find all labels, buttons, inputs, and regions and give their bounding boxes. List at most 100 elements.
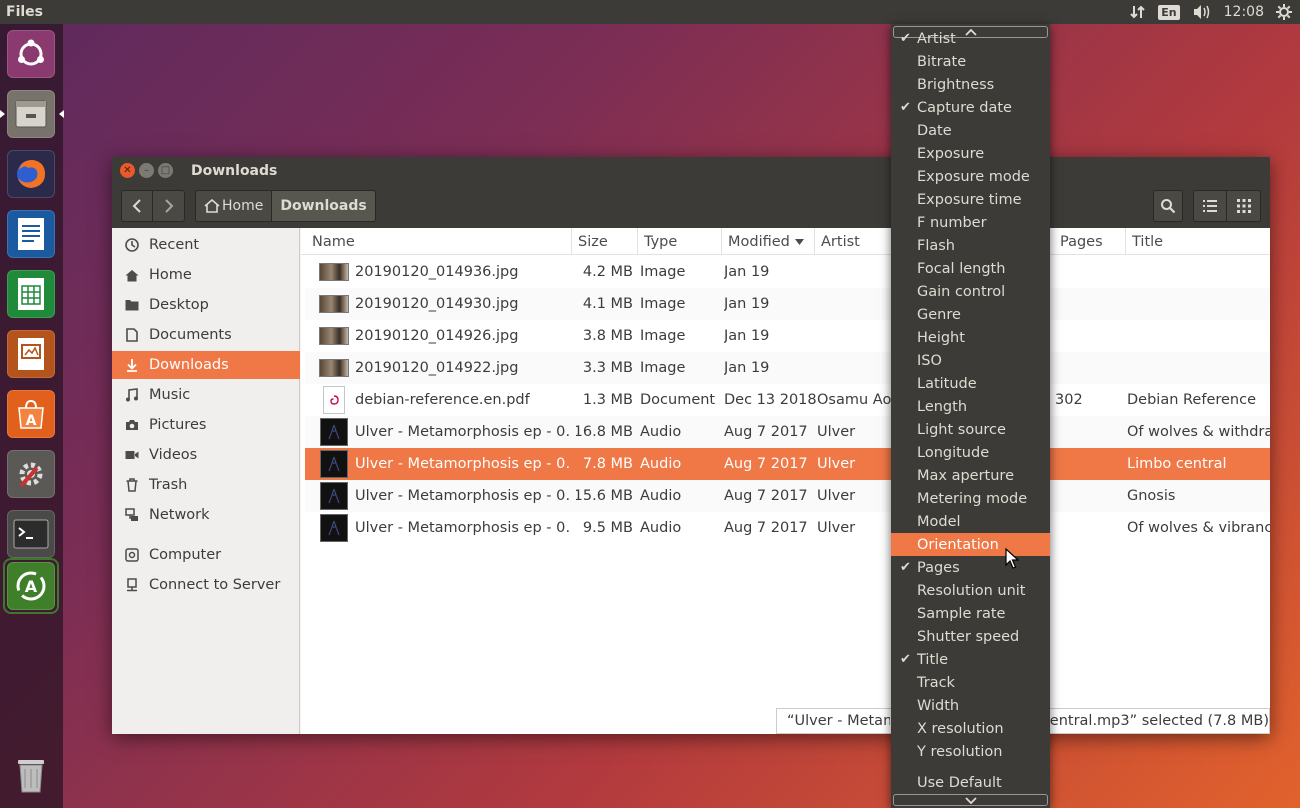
- search-icon: [1161, 199, 1176, 214]
- volume-icon[interactable]: [1192, 4, 1212, 20]
- menu-item-label: Model: [917, 513, 961, 530]
- maximize-window-icon[interactable]: □: [158, 163, 173, 178]
- image-thumbnail-icon: [319, 324, 349, 348]
- table-row[interactable]: Ulver - Metamorphosis ep - 0… 15.6 MB Audi…: [305, 480, 1270, 512]
- table-row[interactable]: 20190120_014930.jpg 4.1 MB Image Jan 19: [305, 288, 1270, 320]
- forward-button[interactable]: [153, 190, 185, 222]
- menu-item-longitude[interactable]: Longitude: [891, 441, 1050, 464]
- column-size[interactable]: Size: [572, 228, 638, 255]
- cell-size: 7.8 MB: [582, 456, 633, 472]
- sidebar-item-recent[interactable]: Recent: [112, 231, 300, 259]
- table-row[interactable]: Ulver - Metamorphosis ep - 0… 16.8 MB Audi…: [305, 416, 1270, 448]
- menu-item-use-default[interactable]: Use Default: [891, 771, 1050, 794]
- menu-item-artist[interactable]: ✔ Artist: [891, 27, 1050, 50]
- sidebar-item-documents[interactable]: Documents: [112, 321, 300, 349]
- menu-item-iso[interactable]: ISO: [891, 349, 1050, 372]
- menu-item-label: Exposure mode: [917, 168, 1030, 185]
- menu-item-max-aperture[interactable]: Max aperture: [891, 464, 1050, 487]
- network-icon: [122, 508, 142, 522]
- table-row[interactable]: Ulver - Metamorphosis ep - 0… 9.5 MB Audio…: [305, 512, 1270, 544]
- sidebar-item-trash[interactable]: Trash: [112, 471, 300, 499]
- cell-size: 1.3 MB: [582, 392, 633, 408]
- libreoffice-impress-icon[interactable]: [5, 328, 57, 380]
- menu-item-brightness[interactable]: Brightness: [891, 73, 1050, 96]
- trash-icon[interactable]: [5, 748, 57, 800]
- menu-item-light-source[interactable]: Light source: [891, 418, 1050, 441]
- menu-item-pages[interactable]: ✔ Pages: [891, 556, 1050, 579]
- menu-item-exposure[interactable]: Exposure: [891, 142, 1050, 165]
- menu-scroll-down[interactable]: [893, 794, 1048, 806]
- sidebar-item-label: Trash: [149, 477, 188, 493]
- list-view-button[interactable]: [1193, 190, 1227, 222]
- table-row[interactable]: 20190120_014922.jpg 3.3 MB Image Jan 19: [305, 352, 1270, 384]
- column-pages[interactable]: Pages: [1054, 228, 1126, 255]
- menu-item-orientation[interactable]: Orientation: [891, 533, 1050, 556]
- sidebar-item-videos[interactable]: Videos: [112, 441, 300, 469]
- column-type[interactable]: Type: [638, 228, 722, 255]
- sidebar-item-pictures[interactable]: Pictures: [112, 411, 300, 439]
- menu-item-bitrate[interactable]: Bitrate: [891, 50, 1050, 73]
- sidebar-item-computer[interactable]: Computer: [112, 541, 300, 569]
- server-icon: [122, 578, 142, 592]
- libreoffice-writer-icon[interactable]: [5, 208, 57, 260]
- menu-item-date[interactable]: Date: [891, 119, 1050, 142]
- menu-item-x-resolution[interactable]: X resolution: [891, 717, 1050, 740]
- menu-item-exposure-time[interactable]: Exposure time: [891, 188, 1050, 211]
- menu-item-latitude[interactable]: Latitude: [891, 372, 1050, 395]
- network-updown-icon[interactable]: [1130, 4, 1146, 20]
- menu-item-f-number[interactable]: F number: [891, 211, 1050, 234]
- table-row[interactable]: 20190120_014936.jpg 4.2 MB Image Jan 19: [305, 256, 1270, 288]
- search-button[interactable]: [1153, 190, 1183, 222]
- menu-item-length[interactable]: Length: [891, 395, 1050, 418]
- ubuntu-dash-icon[interactable]: [5, 28, 57, 80]
- cell-artist: [817, 288, 891, 320]
- column-title[interactable]: Title: [1126, 228, 1270, 255]
- minimize-window-icon[interactable]: –: [139, 163, 154, 178]
- back-button[interactable]: [121, 190, 153, 222]
- sidebar-item-desktop[interactable]: Desktop: [112, 291, 300, 319]
- menu-item-focal-length[interactable]: Focal length: [891, 257, 1050, 280]
- software-updater-icon[interactable]: A: [5, 560, 57, 612]
- menu-item-capture-date[interactable]: ✔ Capture date: [891, 96, 1050, 119]
- menu-item-exposure-mode[interactable]: Exposure mode: [891, 165, 1050, 188]
- grid-view-button[interactable]: [1227, 190, 1261, 222]
- menu-item-model[interactable]: Model: [891, 510, 1050, 533]
- menu-item-width[interactable]: Width: [891, 694, 1050, 717]
- menu-item-gain-control[interactable]: Gain control: [891, 280, 1050, 303]
- keyboard-lang-icon[interactable]: En: [1158, 4, 1180, 20]
- column-name[interactable]: Name: [301, 228, 572, 255]
- files-icon[interactable]: [0, 88, 64, 140]
- menu-item-resolution-unit[interactable]: Resolution unit: [891, 579, 1050, 602]
- sidebar-item-connect-server[interactable]: Connect to Server: [112, 571, 300, 599]
- menu-item-title[interactable]: ✔ Title: [891, 648, 1050, 671]
- breadcrumb-current[interactable]: Downloads: [272, 190, 376, 222]
- menu-item-track[interactable]: Track: [891, 671, 1050, 694]
- table-row[interactable]: 20190120_014926.jpg 3.8 MB Image Jan 19: [305, 320, 1270, 352]
- column-modified[interactable]: Modified: [722, 228, 815, 255]
- breadcrumb-home[interactable]: Home: [195, 190, 273, 222]
- cell-type: Audio: [640, 488, 682, 504]
- system-settings-icon[interactable]: [5, 448, 57, 500]
- sidebar-item-home[interactable]: Home: [112, 261, 300, 289]
- table-row[interactable]: Ulver - Metamorphosis ep - 0… 7.8 MB Audio…: [305, 448, 1270, 480]
- firefox-icon[interactable]: [5, 148, 57, 200]
- menu-item-label: Exposure: [917, 145, 985, 162]
- menu-item-height[interactable]: Height: [891, 326, 1050, 349]
- menu-item-y-resolution[interactable]: Y resolution: [891, 740, 1050, 763]
- terminal-icon[interactable]: [5, 508, 57, 560]
- libreoffice-calc-icon[interactable]: [5, 268, 57, 320]
- clock-time[interactable]: 12:08: [1224, 4, 1264, 20]
- close-window-icon[interactable]: ✕: [120, 163, 135, 178]
- software-center-icon[interactable]: A: [5, 388, 57, 440]
- window-titlebar[interactable]: ✕ – □ Downloads: [112, 157, 1270, 184]
- power-gear-icon[interactable]: [1276, 4, 1292, 20]
- sidebar-item-downloads[interactable]: Downloads: [112, 351, 300, 379]
- menu-item-metering-mode[interactable]: Metering mode: [891, 487, 1050, 510]
- table-row[interactable]: debian-reference.en.pdf 1.3 MB Document Dec…: [305, 384, 1270, 416]
- menu-item-shutter-speed[interactable]: Shutter speed: [891, 625, 1050, 648]
- menu-item-genre[interactable]: Genre: [891, 303, 1050, 326]
- sidebar-item-music[interactable]: Music: [112, 381, 300, 409]
- menu-item-sample-rate[interactable]: Sample rate: [891, 602, 1050, 625]
- menu-item-flash[interactable]: Flash: [891, 234, 1050, 257]
- sidebar-item-network[interactable]: Network: [112, 501, 300, 529]
